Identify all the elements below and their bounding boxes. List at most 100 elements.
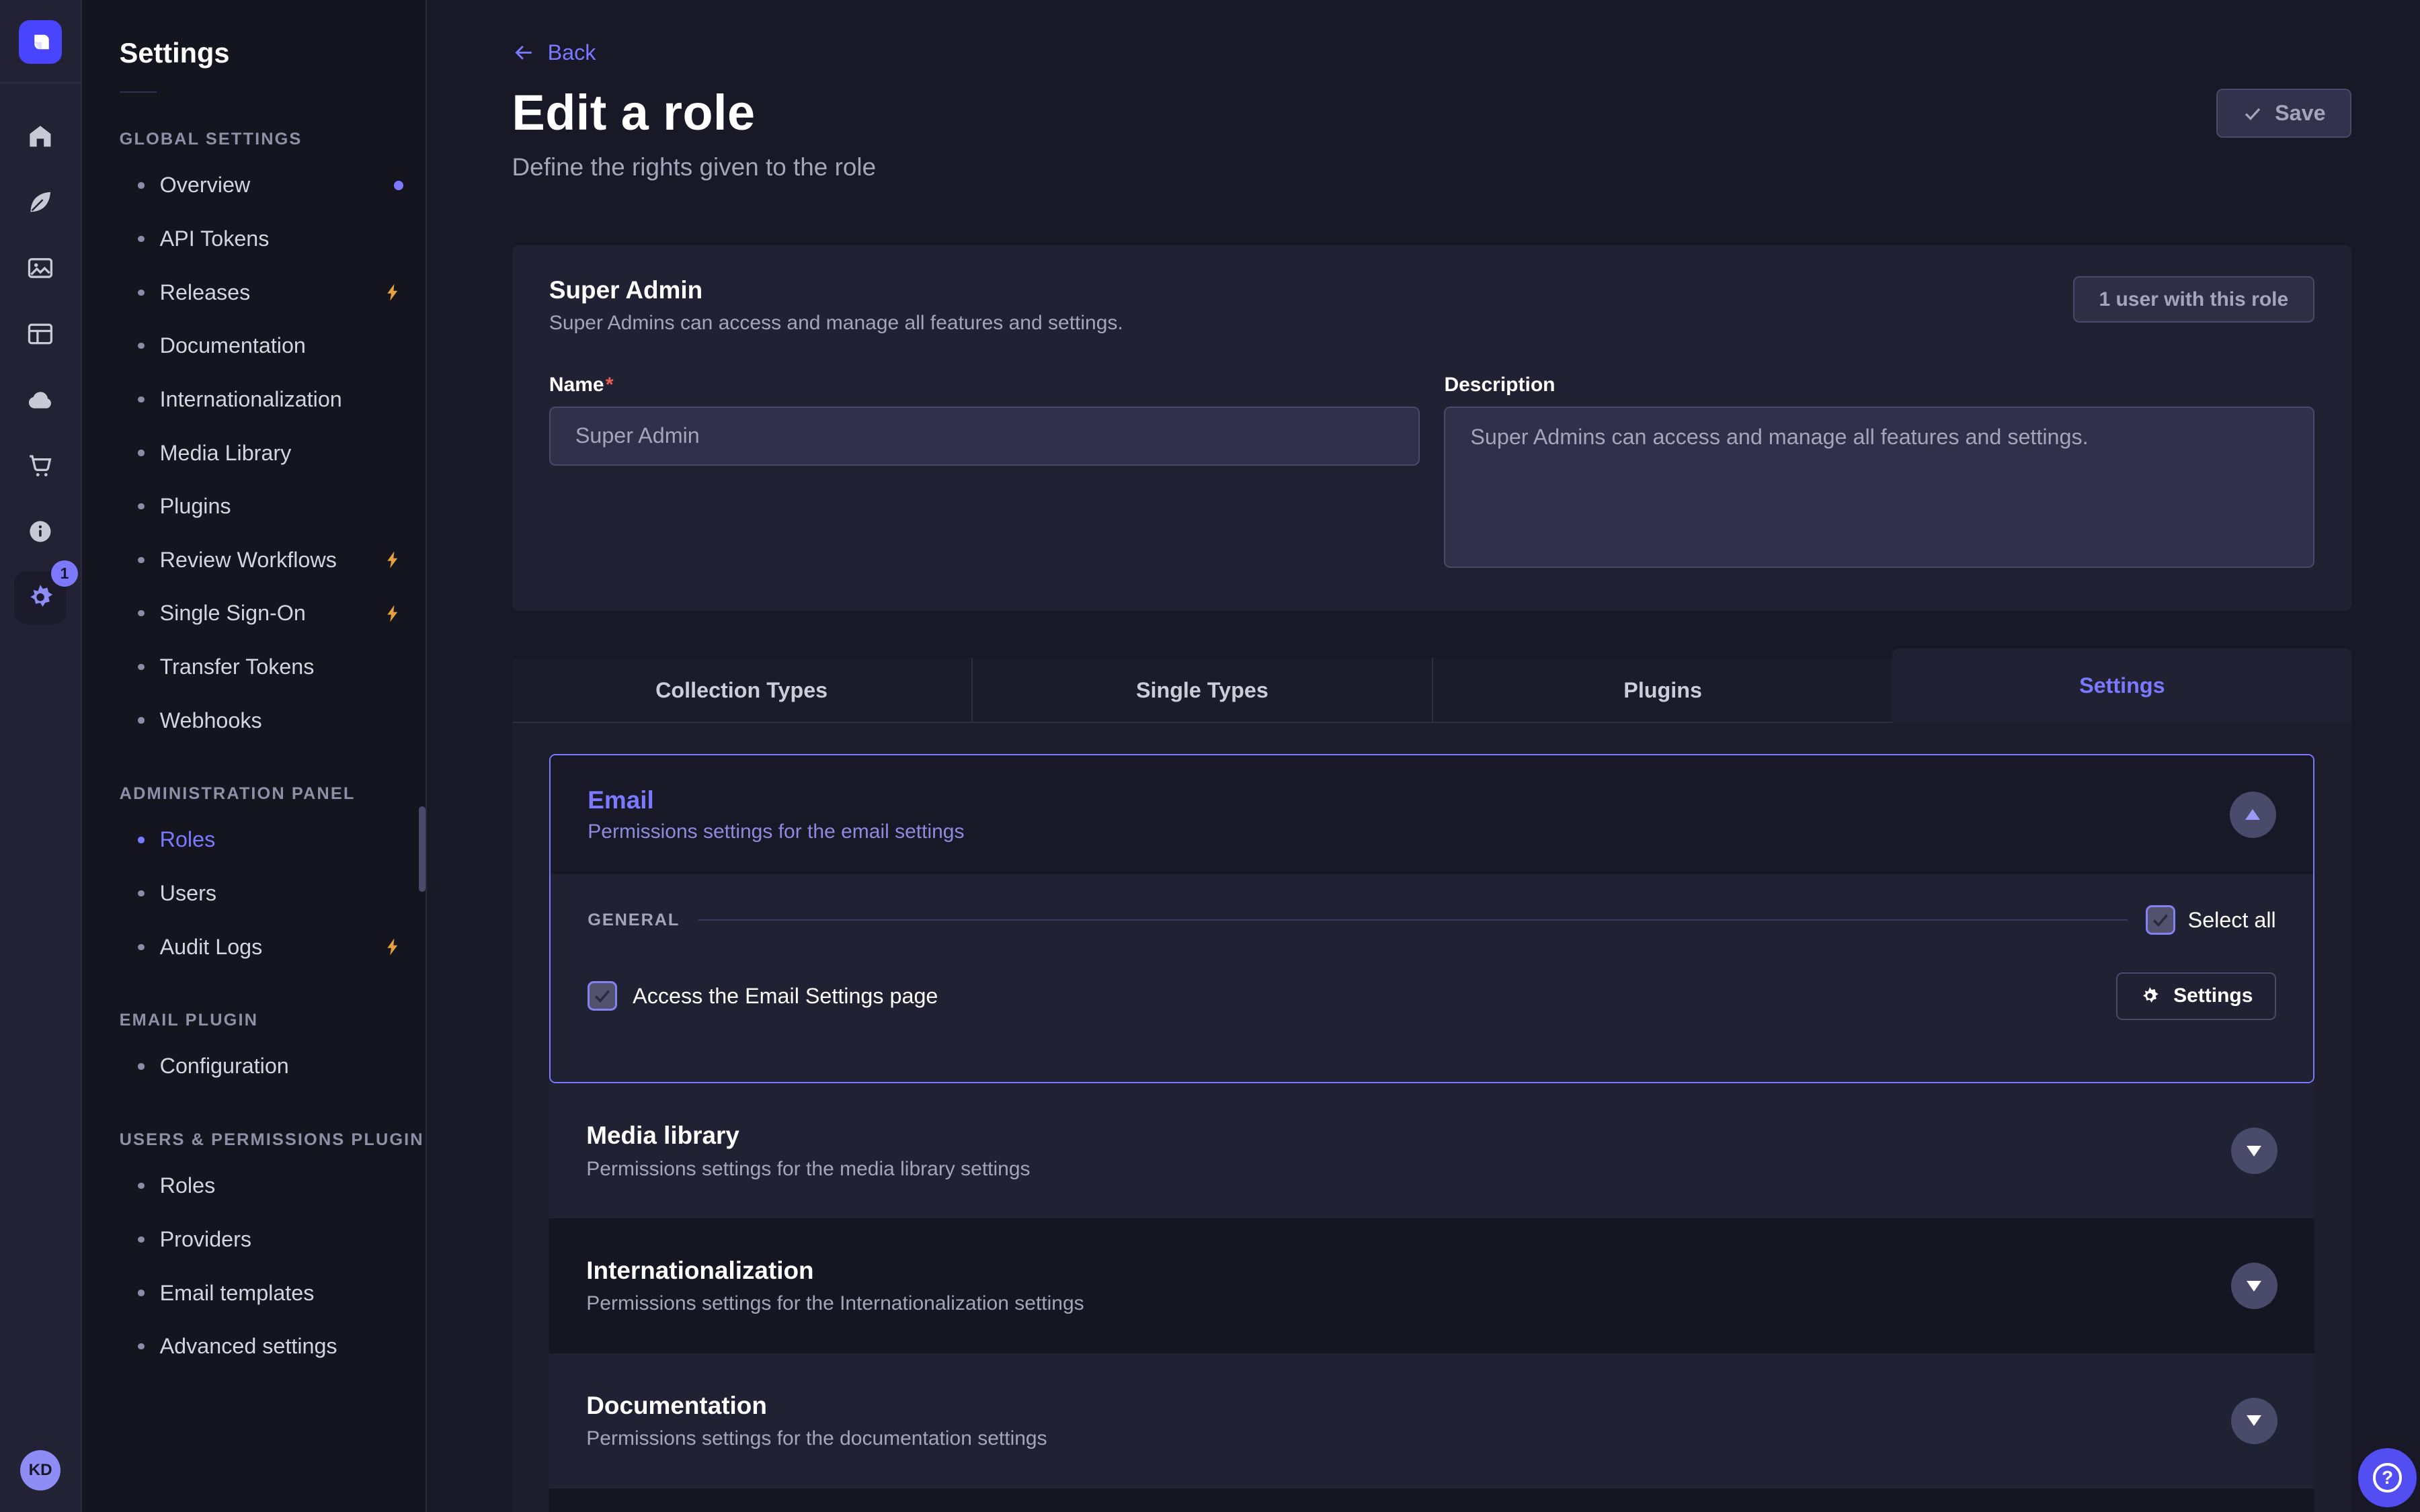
strapi-logo[interactable] bbox=[19, 20, 63, 64]
user-avatar[interactable]: KD bbox=[20, 1450, 61, 1490]
check-icon bbox=[2150, 910, 2171, 930]
divider-line bbox=[698, 919, 2128, 921]
sidebar-item-api-tokens[interactable]: API Tokens bbox=[120, 212, 426, 266]
page-subtitle: Define the rights given to the role bbox=[512, 153, 2352, 181]
bullet-dot bbox=[138, 450, 144, 456]
section-header: USERS & PERMISSIONS PLUGIN bbox=[120, 1130, 426, 1150]
bullet-dot bbox=[138, 396, 144, 403]
role-description-textarea[interactable]: Super Admins can access and manage all f… bbox=[1444, 407, 2314, 568]
sidebar-item-providers[interactable]: Providers bbox=[120, 1213, 426, 1267]
accordion-email-body: GENERAL Select all Access the Email Sett… bbox=[551, 874, 2313, 1082]
rail-divider bbox=[0, 82, 81, 83]
sidebar-item-audit-logs[interactable]: Audit Logs bbox=[120, 920, 426, 974]
sidebar-item-transfer-tokens[interactable]: Transfer Tokens bbox=[120, 640, 426, 694]
tab-single-types[interactable]: Single Types bbox=[971, 658, 1432, 723]
bullet-dot bbox=[138, 1290, 144, 1296]
expand-toggle-button[interactable] bbox=[2231, 1263, 2277, 1309]
bullet-dot bbox=[138, 1063, 144, 1069]
settings-gear-icon[interactable]: 1 bbox=[14, 571, 67, 624]
bullet-dot bbox=[138, 343, 144, 349]
sidebar-item-overview[interactable]: Overview bbox=[120, 159, 426, 212]
email-settings-button[interactable]: Settings bbox=[2116, 972, 2276, 1021]
content-manager-layout-icon[interactable] bbox=[14, 308, 67, 360]
main-content: Back Edit a role Save Define the rights … bbox=[427, 0, 2420, 1512]
sidebar-item-media-library[interactable]: Media Library bbox=[120, 426, 426, 480]
collapse-toggle-button[interactable] bbox=[2230, 792, 2276, 838]
sidebar-item-plugins[interactable]: Plugins bbox=[120, 480, 426, 534]
accordion-media-library[interactable]: Media library Permissions settings for t… bbox=[549, 1083, 2314, 1218]
back-link[interactable]: Back bbox=[512, 40, 596, 65]
sidebar-item-internationalization[interactable]: Internationalization bbox=[120, 373, 426, 427]
sidebar-item-email-templates[interactable]: Email templates bbox=[120, 1266, 426, 1320]
sidebar-item-documentation[interactable]: Documentation bbox=[120, 319, 426, 373]
strapi-logo-icon bbox=[28, 30, 53, 54]
page-title: Edit a role bbox=[512, 84, 756, 141]
section-global-settings: GLOBAL SETTINGS Overview API Tokens Rele… bbox=[120, 130, 426, 747]
sidebar-item-users[interactable]: Users bbox=[120, 867, 426, 921]
save-button[interactable]: Save bbox=[2216, 89, 2352, 138]
bullet-dot bbox=[138, 610, 144, 616]
tab-settings[interactable]: Settings bbox=[1892, 648, 2351, 723]
permission-item[interactable]: Access the Email Settings page bbox=[588, 981, 938, 1011]
permission-checkbox[interactable] bbox=[588, 981, 617, 1011]
bullet-dot bbox=[138, 503, 144, 509]
content-builder-feather-icon[interactable] bbox=[14, 176, 67, 228]
accordion-title: Documentation bbox=[586, 1392, 1047, 1420]
accordion-email-header[interactable]: Email Permissions settings for the email… bbox=[551, 755, 2313, 875]
check-icon bbox=[592, 986, 612, 1006]
back-label: Back bbox=[548, 40, 596, 65]
bullet-dot bbox=[138, 1183, 144, 1189]
sidebar-item-advanced-settings[interactable]: Advanced settings bbox=[120, 1320, 426, 1374]
expand-toggle-button[interactable] bbox=[2231, 1128, 2277, 1174]
description-field-group: Description Super Admins can access and … bbox=[1444, 369, 2314, 574]
expand-toggle-button[interactable] bbox=[2231, 1398, 2277, 1444]
permissions-tabs: Collection Types Single Types Plugins Se… bbox=[512, 648, 2352, 723]
accordion-email: Email Permissions settings for the email… bbox=[549, 754, 2314, 1084]
notification-dot bbox=[394, 181, 403, 190]
select-all-control[interactable]: Select all bbox=[2146, 905, 2275, 935]
chevron-up-icon bbox=[2245, 809, 2260, 820]
info-icon[interactable] bbox=[14, 505, 67, 558]
help-button[interactable]: ? bbox=[2358, 1448, 2417, 1507]
section-header: ADMINISTRATION PANEL bbox=[120, 784, 426, 804]
bullet-dot bbox=[138, 717, 144, 723]
bullet-dot bbox=[138, 236, 144, 242]
app-window: 1 KD Settings GLOBAL SETTINGS Overview A… bbox=[0, 0, 2420, 1512]
subnav-scrollbar-thumb[interactable] bbox=[419, 806, 425, 892]
sidebar-item-single-sign-on[interactable]: Single Sign-On bbox=[120, 587, 426, 640]
bullet-dot bbox=[138, 557, 144, 563]
sidebar-item-review-workflows[interactable]: Review Workflows bbox=[120, 533, 426, 587]
lightning-icon bbox=[383, 603, 403, 624]
accordion-title: Internationalization bbox=[586, 1257, 1084, 1285]
sidebar-item-configuration[interactable]: Configuration bbox=[120, 1040, 426, 1093]
select-all-checkbox[interactable] bbox=[2146, 905, 2175, 935]
check-icon bbox=[2243, 103, 2263, 124]
users-with-role-button[interactable]: 1 user with this role bbox=[2073, 276, 2315, 323]
sidebar-item-roles-admin[interactable]: Roles bbox=[120, 813, 426, 867]
lightning-icon bbox=[383, 937, 403, 957]
settings-notification-badge: 1 bbox=[51, 560, 77, 587]
accordion-internationalization[interactable]: Internationalization Permissions setting… bbox=[549, 1218, 2314, 1353]
tab-plugins[interactable]: Plugins bbox=[1432, 658, 1892, 723]
cloud-icon[interactable] bbox=[14, 374, 67, 426]
sidebar-item-roles-up[interactable]: Roles bbox=[120, 1159, 426, 1213]
bullet-dot bbox=[138, 944, 144, 950]
general-group-label: GENERAL bbox=[588, 911, 680, 930]
home-icon[interactable] bbox=[14, 110, 67, 163]
accordion-documentation[interactable]: Documentation Permissions settings for t… bbox=[549, 1353, 2314, 1488]
main-nav-rail: 1 KD bbox=[0, 0, 82, 1512]
sidebar-item-webhooks[interactable]: Webhooks bbox=[120, 694, 426, 747]
name-field-group: Name* bbox=[549, 369, 1420, 466]
accordion-plugins-and-marketplace[interactable]: Plugins and marketplace bbox=[549, 1488, 2314, 1512]
sidebar-item-releases[interactable]: Releases bbox=[120, 265, 426, 319]
accordion-title: Email bbox=[588, 786, 964, 814]
name-label: Name* bbox=[549, 374, 614, 396]
role-name: Super Admin bbox=[549, 276, 1123, 304]
settings-subnav: Settings GLOBAL SETTINGS Overview API To… bbox=[82, 0, 426, 1512]
bullet-dot bbox=[138, 1236, 144, 1243]
marketplace-cart-icon[interactable] bbox=[14, 439, 67, 492]
role-name-input[interactable] bbox=[549, 407, 1420, 466]
bullet-dot bbox=[138, 182, 144, 188]
tab-collection-types[interactable]: Collection Types bbox=[512, 658, 971, 723]
media-library-icon[interactable] bbox=[14, 242, 67, 294]
